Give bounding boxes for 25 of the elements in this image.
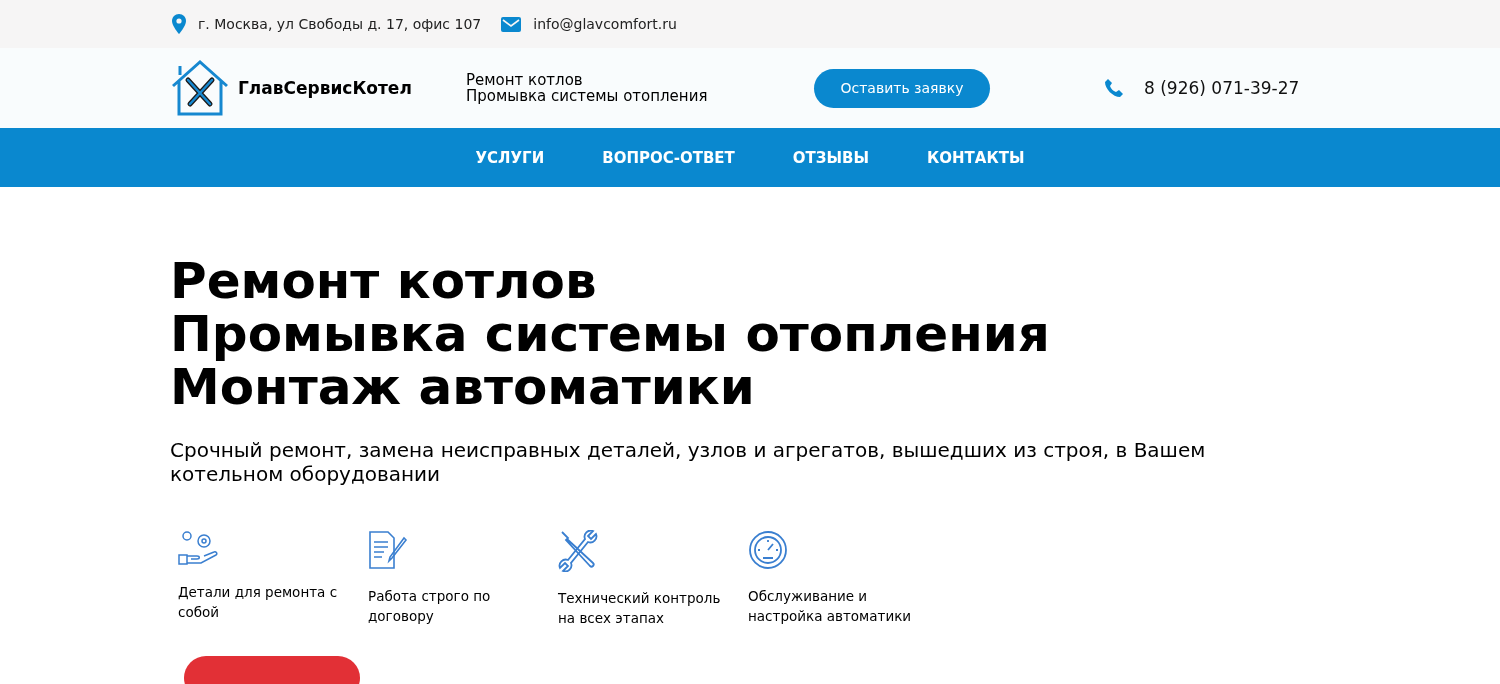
location-pin-icon: [172, 14, 186, 34]
nav-link[interactable]: УСЛУГИ: [475, 148, 545, 167]
hero-subtitle: Срочный ремонт, замена неисправных деталей, узлов и агрегатов, вышедших из строя, в Вашем котельном оборудовании: [170, 438, 1207, 486]
email-link[interactable]: info@glavcomfort.ru: [533, 16, 677, 32]
phone-icon: [1104, 78, 1124, 98]
nav-link[interactable]: КОНТАКТЫ: [927, 148, 1025, 167]
brand-name: ГлавСервисКотел: [238, 78, 413, 98]
feature-text: Технический контроль на всех этапах: [558, 589, 722, 628]
request-button[interactable]: Оставить заявку: [814, 68, 990, 108]
feature-text: Работа строго по договору: [368, 587, 492, 626]
hero-title: Ремонт котлов Промывка системы отопления Монтаж автоматики: [170, 255, 1051, 414]
feature-text: Детали для ремонта с собой: [178, 583, 339, 622]
house-tools-logo-icon: [170, 60, 230, 116]
phone-number[interactable]: 8 (926) 071-39-27: [1144, 78, 1300, 98]
gauge-icon: [748, 530, 788, 570]
address-text: г. Москва, ул Свободы д. 17, офис 107: [198, 16, 482, 32]
tagline-text: Ремонт котлов: [466, 72, 584, 88]
nav-link[interactable]: ВОПРОС-ОТВЕТ: [602, 148, 735, 167]
feature-text: Обслуживание и настройка автоматики: [748, 587, 913, 626]
document-pen-icon: [368, 530, 408, 570]
tagline-text: Промывка системы отопления: [466, 88, 709, 104]
wrench-screwdriver-icon: [558, 530, 600, 572]
mail-icon: [501, 16, 522, 32]
gears-hand-icon: [178, 530, 218, 566]
nav-link[interactable]: ОТЗЫВЫ: [792, 148, 870, 167]
